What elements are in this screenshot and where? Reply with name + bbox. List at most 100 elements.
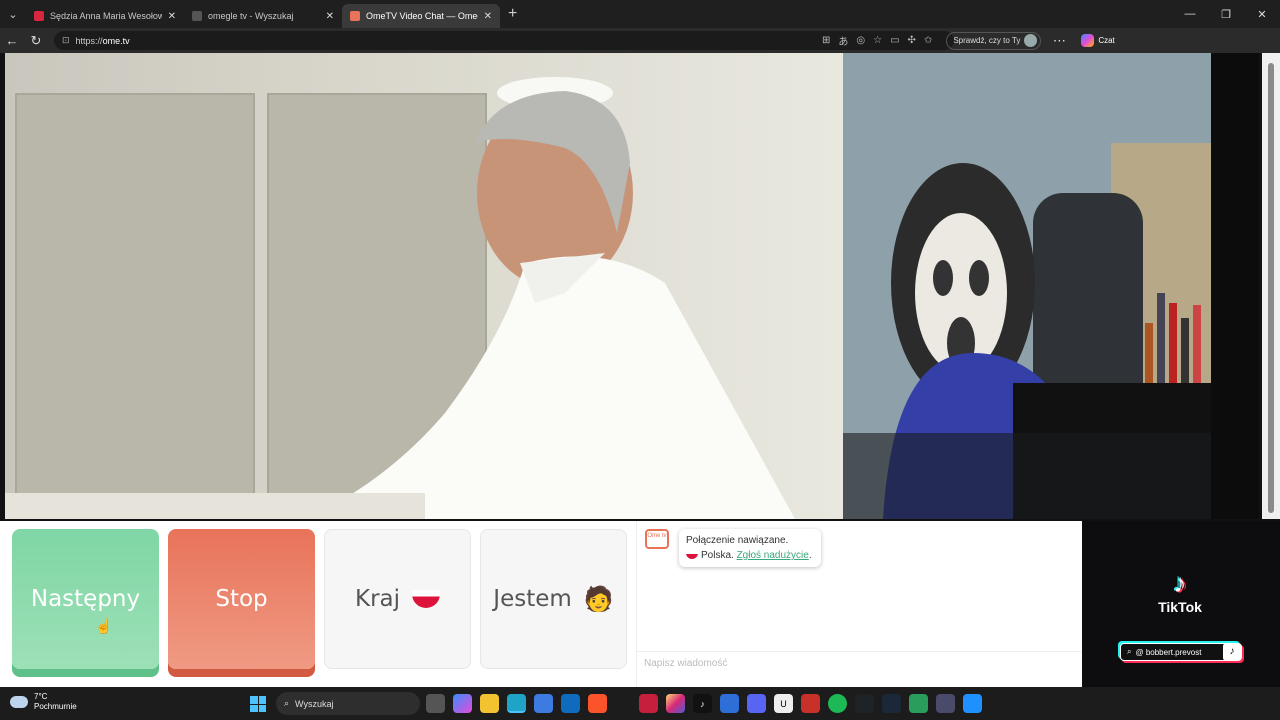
xbox-icon[interactable] <box>909 694 928 713</box>
control-panel: Następny Stop Kraj Jestem 🧑 <box>0 521 636 687</box>
game-app-icon[interactable] <box>801 694 820 713</box>
weather-widget[interactable]: 7°C Pochmurnie <box>10 692 77 712</box>
address-bar-row: ← ↻ ⊡ https:// ome.tv ⊞ あ ◎ ☆ ▭ ✣ ✩ Spra… <box>0 28 1280 53</box>
close-icon[interactable]: ✕ <box>168 11 176 22</box>
next-label: Następny <box>30 586 141 612</box>
ometv-favicon-icon <box>350 11 360 21</box>
outlook-icon[interactable] <box>561 694 580 713</box>
stop-button[interactable]: Stop <box>168 529 315 669</box>
close-icon[interactable]: ✕ <box>326 11 334 22</box>
task-view-icon[interactable] <box>426 694 445 713</box>
poland-flag-icon <box>686 551 698 560</box>
poland-flag-icon <box>412 590 441 608</box>
tab-list-menu-button[interactable]: ⌄ <box>0 0 26 28</box>
page-scrollbar[interactable] <box>1262 53 1280 519</box>
taskbar-apps: ♪ U <box>426 694 982 713</box>
search-icon: ⌕ <box>1127 647 1132 656</box>
copilot-label: Czat <box>1098 36 1115 45</box>
tiktok-brand: TikTok <box>1158 599 1202 615</box>
calendar-icon[interactable] <box>720 694 739 713</box>
profile-label: Sprawdź, czy to Ty <box>953 36 1021 45</box>
toolbar-icons: ⊞ あ ◎ ☆ ▭ ✣ ✩ <box>822 33 932 48</box>
window-controls: — ❐ ✕ <box>1172 0 1280 28</box>
tab-2[interactable]: omegle tv - Wyszukaj ✕ <box>184 4 342 28</box>
url-scheme: https:// <box>75 35 103 46</box>
profile-button[interactable]: Sprawdź, czy to Ty <box>946 31 1042 50</box>
copilot-app-icon[interactable] <box>453 694 472 713</box>
brave-icon[interactable] <box>588 694 607 713</box>
tiktok-app-icon[interactable]: ♪ <box>693 694 712 713</box>
page-content: Następny Stop Kraj Jestem 🧑 Ome tv Połąc… <box>0 53 1280 687</box>
bolt-app-icon[interactable] <box>963 694 982 713</box>
tiktok-handle: @ bobbert.prevost <box>1135 647 1202 657</box>
url-field[interactable]: ⊡ https:// ome.tv <box>54 31 954 50</box>
country-label: Kraj <box>354 586 401 612</box>
scroll-thumb[interactable] <box>1268 63 1274 513</box>
partner-video <box>5 53 843 519</box>
translate-icon[interactable]: あ <box>838 33 848 48</box>
discord-icon[interactable] <box>747 694 766 713</box>
message-input[interactable]: Napisz wiadomość <box>637 651 1083 677</box>
tiktok-handle-box: ⌕ @ bobbert.prevost ♪ <box>1120 643 1242 661</box>
copilot-icon <box>1081 34 1095 47</box>
search-label: Wyszukaj <box>295 698 334 709</box>
stop-label: Stop <box>215 586 268 612</box>
gender-button[interactable]: Jestem 🧑 <box>480 529 627 669</box>
lol-icon[interactable] <box>855 694 874 713</box>
camera-icon[interactable]: ▭ <box>890 35 899 46</box>
extensions-icon[interactable]: ✣ <box>908 35 916 46</box>
tracking-icon[interactable]: ◎ <box>856 35 865 46</box>
copilot-button[interactable]: Czat <box>1081 34 1115 47</box>
file-explorer-icon[interactable] <box>480 694 499 713</box>
start-button[interactable] <box>250 696 266 712</box>
search-favicon-icon <box>192 11 202 21</box>
close-window-icon[interactable]: ✕ <box>1244 8 1280 21</box>
country-button[interactable]: Kraj <box>324 529 471 669</box>
hand-cursor-icon: ☝ <box>95 618 113 634</box>
edge-icon[interactable] <box>507 694 526 713</box>
gender-label: Jestem <box>493 586 572 612</box>
period: . <box>808 550 812 561</box>
favorites-icon[interactable]: ✩ <box>924 35 932 46</box>
spotify-icon[interactable] <box>828 694 847 713</box>
apps-icon[interactable]: ⊞ <box>822 35 830 46</box>
new-tab-button[interactable]: + <box>508 5 517 23</box>
maximize-icon[interactable]: ❐ <box>1208 8 1244 21</box>
system-message: Połączenie nawiązane. Polska. Zgłoś nadu… <box>679 529 821 567</box>
tab-title: OmeTV Video Chat — Omegle <box>366 11 478 21</box>
cloud-icon <box>10 696 28 708</box>
more-menu-icon[interactable]: ⋯ <box>1047 33 1071 49</box>
store-icon[interactable] <box>534 694 553 713</box>
steam-icon[interactable] <box>882 694 901 713</box>
tiktok-logo: ♪ TikTok <box>1152 569 1208 615</box>
reload-icon[interactable]: ↻ <box>24 33 48 49</box>
self-video <box>843 53 1211 519</box>
weather-condition: Pochmurnie <box>34 702 77 711</box>
minimize-icon[interactable]: — <box>1172 8 1208 20</box>
ometv-logo-icon: Ome tv <box>645 529 669 549</box>
next-button[interactable]: Następny <box>12 529 159 669</box>
tab-3-active[interactable]: OmeTV Video Chat — Omegle ✕ <box>342 4 500 28</box>
unreal-icon[interactable]: U <box>774 694 793 713</box>
youtube-favicon-icon <box>34 11 44 21</box>
taskbar: 7°C Pochmurnie ⌕ Wyszukaj ♪ U <box>0 687 1280 720</box>
person-emoji-icon: 🧑 <box>583 585 614 613</box>
back-arrow-icon[interactable]: ← <box>0 33 24 48</box>
close-icon[interactable]: ✕ <box>484 11 492 22</box>
taskbar-search[interactable]: ⌕ Wyszukaj <box>276 692 420 715</box>
url-host: ome.tv <box>102 35 130 46</box>
avatar <box>1024 34 1038 47</box>
favorite-star-icon[interactable]: ☆ <box>873 35 882 46</box>
person-figure <box>5 77 795 519</box>
instagram-icon[interactable] <box>666 694 685 713</box>
site-info-icon[interactable]: ⊡ <box>62 35 70 46</box>
page-margin <box>1211 53 1259 519</box>
wykop-icon[interactable] <box>639 694 658 713</box>
tab-1[interactable]: Sędzia Anna Maria Wesołowska o ✕ <box>26 4 184 28</box>
report-abuse-link[interactable]: Zgłoś nadużycie <box>737 550 809 561</box>
tab-bar: ⌄ Sędzia Anna Maria Wesołowska o ✕ omegl… <box>0 0 1280 28</box>
tiktok-note-icon: ♪ <box>1173 568 1187 598</box>
media-app-icon[interactable] <box>936 694 955 713</box>
connected-text: Połączenie nawiązane. <box>686 535 789 546</box>
temperature: 7°C <box>34 692 48 701</box>
